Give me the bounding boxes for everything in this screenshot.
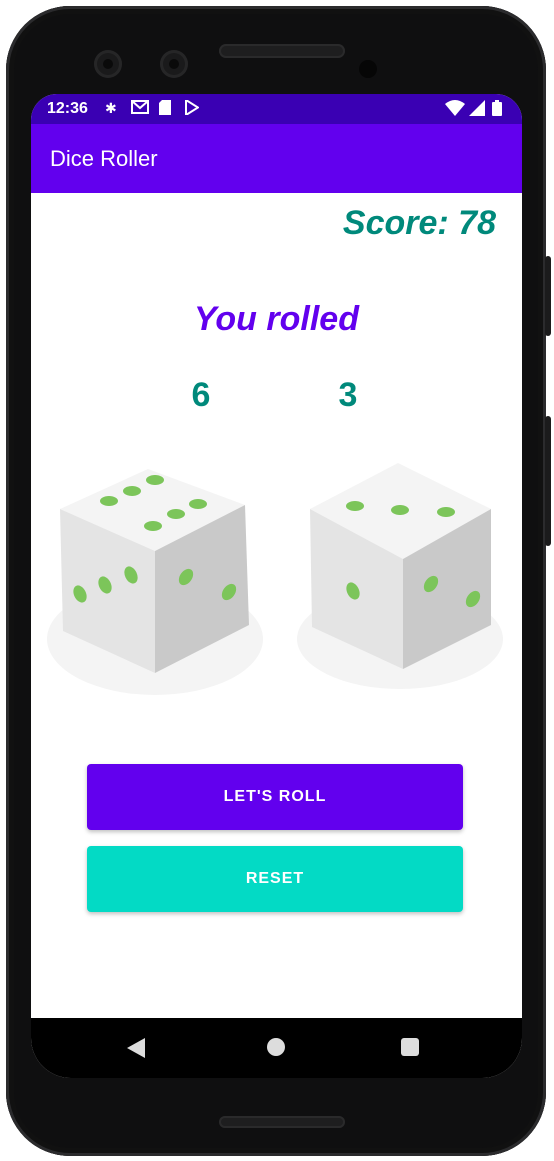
status-time: 12:36: [47, 100, 88, 117]
status-bar: 12:36 ✱: [31, 94, 522, 124]
gmail-icon: [131, 100, 149, 117]
front-camera-left: [94, 50, 122, 78]
die-2-value: 3: [338, 376, 358, 414]
sd-card-icon: [159, 100, 171, 118]
wifi-icon: [445, 100, 465, 119]
proximity-sensor: [359, 60, 377, 78]
die-1-image: [47, 469, 263, 695]
play-store-icon: [185, 98, 200, 118]
app-title: Dice Roller: [50, 146, 158, 171]
volume-button: [545, 416, 551, 546]
app-bar: Dice Roller: [31, 124, 522, 193]
score-label: Score: 78: [342, 204, 496, 242]
earpiece-speaker: [219, 44, 345, 58]
bottom-speaker: [219, 1116, 345, 1128]
battery-icon: [492, 100, 502, 119]
die-2-image: [297, 463, 503, 689]
app-screen: 12:36 ✱ Dice Roller Score: 78 You rolled…: [31, 94, 522, 1078]
die-1-value: 6: [191, 376, 211, 414]
settings-icon: ✱: [105, 100, 117, 116]
recents-icon[interactable]: [401, 1038, 419, 1056]
back-icon[interactable]: [127, 1038, 145, 1058]
front-camera-right: [160, 50, 188, 78]
home-icon[interactable]: [267, 1038, 285, 1056]
you-rolled-label: You rolled: [194, 300, 359, 338]
signal-icon: [469, 100, 485, 119]
navigation-bar: [31, 1018, 522, 1078]
lets-roll-button[interactable]: LET'S ROLL: [87, 764, 463, 830]
reset-button[interactable]: RESET: [87, 846, 463, 912]
power-button: [545, 256, 551, 336]
